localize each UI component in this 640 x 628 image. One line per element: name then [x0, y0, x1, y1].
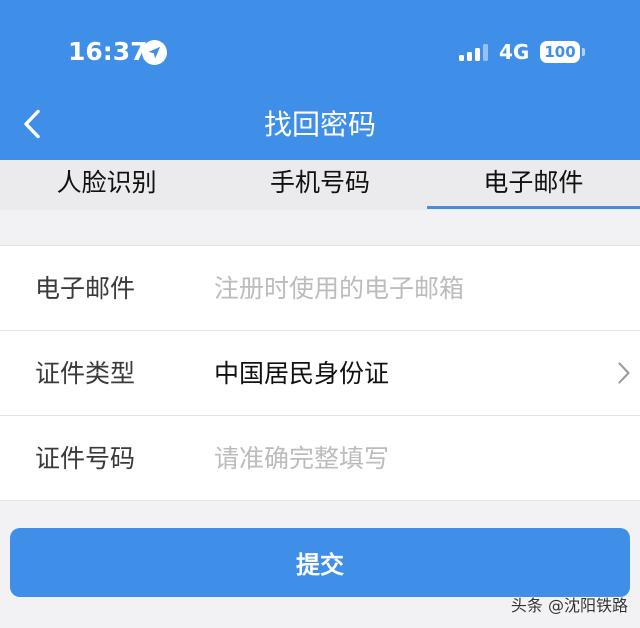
battery-level: 100 — [544, 42, 576, 61]
email-input[interactable] — [214, 268, 600, 308]
form-row-id-type[interactable]: 证件类型 中国居民身份证 — [0, 331, 640, 416]
chevron-left-icon — [24, 109, 40, 139]
tab-label: 人脸识别 — [56, 168, 157, 197]
battery-icon: 100 — [540, 41, 585, 63]
page-title: 找回密码 — [263, 108, 376, 141]
watermark: 头条 @沈阳铁路 — [510, 596, 628, 615]
signal-icon — [459, 44, 489, 61]
back-button[interactable] — [17, 106, 47, 142]
tab-email[interactable]: 电子邮件 — [426, 160, 640, 210]
form-row-email: 电子邮件 — [0, 246, 640, 331]
location-arrow-icon — [142, 40, 167, 65]
submit-button[interactable]: 提交 — [10, 528, 630, 597]
battery-cap — [582, 48, 585, 56]
id-type-select[interactable]: 中国居民身份证 — [214, 361, 640, 386]
network-type: 4G — [499, 40, 530, 64]
signal-bar — [475, 48, 480, 61]
tab-label: 电子邮件 — [483, 168, 584, 197]
tab-bar: 人脸识别 手机号码 电子邮件 — [0, 160, 640, 210]
status-time: 16:37 — [68, 37, 148, 66]
chevron-right-icon — [617, 361, 631, 385]
signal-bar — [483, 44, 488, 61]
tab-label: 手机号码 — [269, 168, 370, 197]
id-number-label: 证件号码 — [35, 443, 136, 473]
recovery-form: 电子邮件 证件类型 中国居民身份证 证件号码 — [0, 245, 640, 501]
form-row-id-number: 证件号码 — [0, 416, 640, 501]
id-type-label: 证件类型 — [35, 358, 136, 388]
signal-bar — [467, 52, 472, 61]
id-number-input[interactable] — [214, 438, 600, 478]
signal-bar — [459, 55, 464, 61]
tab-phone-number[interactable]: 手机号码 — [213, 160, 426, 210]
tab-underline — [426, 206, 640, 209]
tab-face-recognition[interactable]: 人脸识别 — [0, 160, 213, 210]
header: 16:37 4G 100 找回密码 — [0, 0, 640, 160]
email-label: 电子邮件 — [35, 273, 136, 303]
